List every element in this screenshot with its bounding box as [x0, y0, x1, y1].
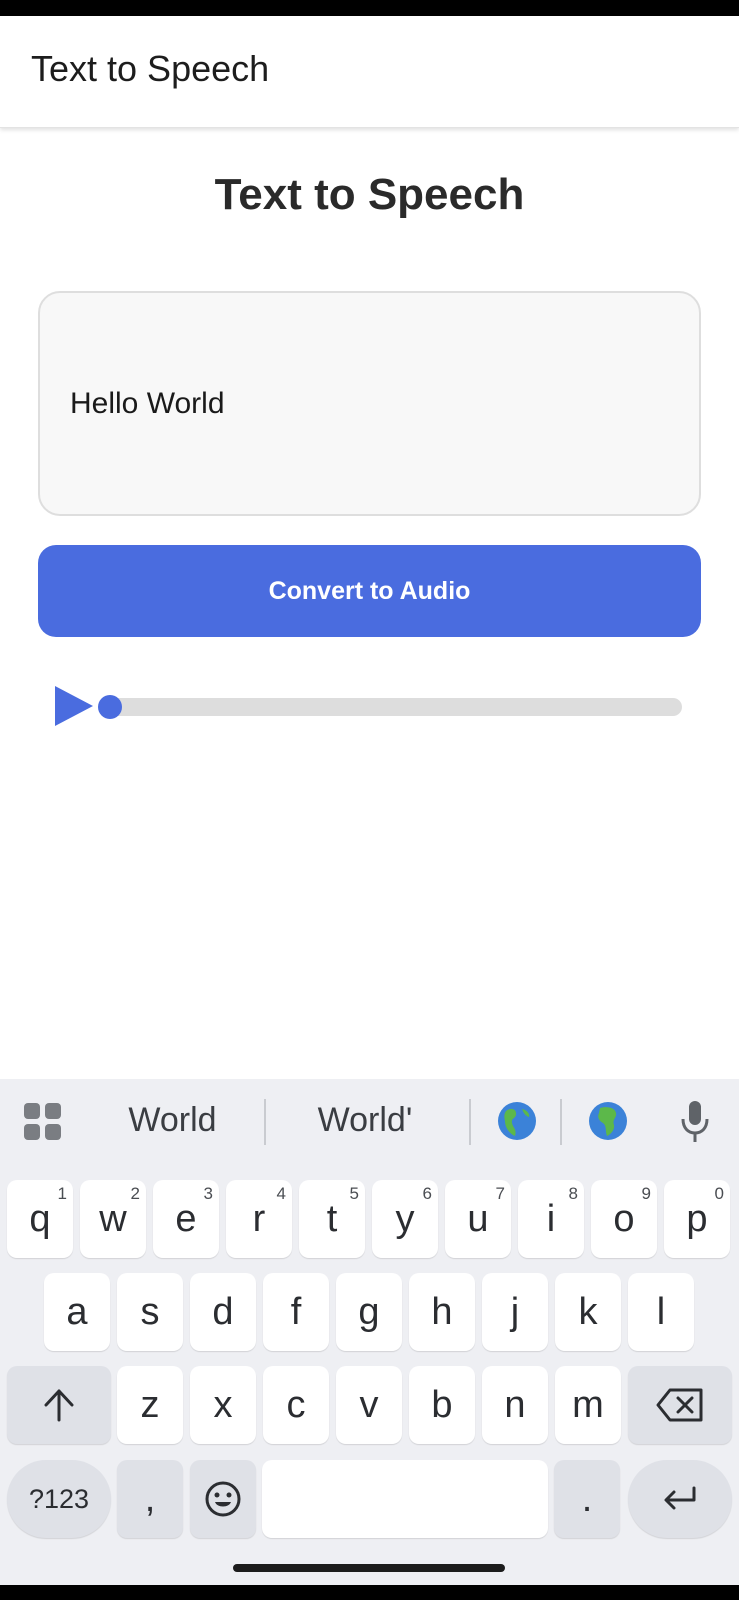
key-g[interactable]: g	[336, 1273, 402, 1351]
key-label: l	[656, 1290, 666, 1333]
app-bar: Text to Speech	[0, 16, 739, 128]
space-key[interactable]	[262, 1460, 548, 1538]
app-bar-title: Text to Speech	[31, 48, 270, 89]
globe-africa-icon[interactable]	[588, 1101, 628, 1141]
comma-key[interactable]: ,	[117, 1460, 183, 1538]
shift-arrow-icon	[44, 1389, 74, 1422]
key-v[interactable]: v	[336, 1366, 402, 1444]
key-label: p	[686, 1197, 708, 1240]
key-label: g	[358, 1290, 380, 1333]
key-label: c	[286, 1383, 306, 1426]
key-w[interactable]: w2	[80, 1180, 146, 1258]
backspace-key[interactable]	[628, 1366, 732, 1444]
suggestion-divider	[560, 1099, 562, 1145]
key-label: n	[504, 1383, 526, 1426]
key-f[interactable]: f	[263, 1273, 329, 1351]
key-label: x	[213, 1383, 233, 1426]
key-label: f	[290, 1290, 302, 1333]
globe-americas-icon[interactable]	[497, 1101, 537, 1141]
key-number-hint: 5	[349, 1184, 359, 1203]
page-title: Text to Speech	[214, 170, 525, 219]
key-number-hint: 6	[422, 1184, 432, 1203]
key-label: t	[326, 1197, 338, 1240]
key-q[interactable]: q1	[7, 1180, 73, 1258]
key-a[interactable]: a	[44, 1273, 110, 1351]
enter-icon	[664, 1486, 696, 1510]
key-number-hint: 4	[276, 1184, 286, 1203]
key-label: h	[431, 1290, 453, 1333]
key-label: e	[175, 1197, 197, 1240]
emoji-key[interactable]	[190, 1460, 256, 1538]
key-h[interactable]: h	[409, 1273, 475, 1351]
key-k[interactable]: k	[555, 1273, 621, 1351]
key-u[interactable]: u7	[445, 1180, 511, 1258]
key-l[interactable]: l	[628, 1273, 694, 1351]
backspace-icon	[656, 1388, 703, 1422]
key-number-hint: 8	[568, 1184, 578, 1203]
text-input[interactable]: Hello World	[38, 291, 701, 516]
key-number-hint: 2	[130, 1184, 140, 1203]
key-m[interactable]: m	[555, 1366, 621, 1444]
period-key[interactable]: .	[554, 1460, 620, 1538]
key-b[interactable]: b	[409, 1366, 475, 1444]
suggestion-divider	[264, 1099, 266, 1145]
audio-progress-bar[interactable]	[98, 695, 682, 719]
key-label: i	[546, 1197, 556, 1240]
key-label: q	[29, 1197, 51, 1240]
key-number-hint: 1	[57, 1184, 67, 1203]
suggestion-2[interactable]: World'	[285, 1101, 445, 1140]
audio-progress-thumb[interactable]	[98, 695, 122, 719]
key-label: u	[467, 1197, 489, 1240]
suggestion-strip: World World'	[0, 1079, 739, 1167]
microphone-icon[interactable]	[680, 1101, 710, 1143]
key-c[interactable]: c	[263, 1366, 329, 1444]
key-j[interactable]: j	[482, 1273, 548, 1351]
apps-grid-icon[interactable]	[24, 1103, 62, 1141]
key-e[interactable]: e3	[153, 1180, 219, 1258]
key-y[interactable]: y6	[372, 1180, 438, 1258]
key-label: a	[66, 1290, 88, 1333]
on-screen-keyboard: World World' ?123 , . q 1 w 2 e 3 r 4 t …	[0, 1079, 739, 1585]
key-label: k	[578, 1290, 598, 1333]
key-p[interactable]: p0	[664, 1180, 730, 1258]
key-label: m	[572, 1383, 604, 1426]
key-label: z	[140, 1383, 160, 1426]
convert-to-audio-button[interactable]: Convert to Audio	[38, 545, 701, 637]
key-x[interactable]: x	[190, 1366, 256, 1444]
key-label: y	[395, 1197, 415, 1240]
play-icon[interactable]	[55, 686, 93, 726]
key-d[interactable]: d	[190, 1273, 256, 1351]
key-label: j	[510, 1290, 520, 1333]
key-o[interactable]: o9	[591, 1180, 657, 1258]
shift-key[interactable]	[7, 1366, 111, 1444]
suggestion-1[interactable]: World	[100, 1101, 245, 1140]
key-number-hint: 9	[641, 1184, 651, 1203]
key-label: r	[252, 1197, 266, 1240]
key-number-hint: 3	[203, 1184, 213, 1203]
key-label: b	[431, 1383, 453, 1426]
key-number-hint: 0	[714, 1184, 724, 1203]
key-t[interactable]: t5	[299, 1180, 365, 1258]
key-label: v	[359, 1383, 379, 1426]
enter-key[interactable]	[628, 1460, 732, 1538]
key-number-hint: 7	[495, 1184, 505, 1203]
suggestion-divider	[469, 1099, 471, 1145]
status-bar	[0, 0, 739, 16]
key-s[interactable]: s	[117, 1273, 183, 1351]
emoji-icon	[205, 1481, 241, 1517]
home-indicator[interactable]	[233, 1564, 505, 1572]
key-r[interactable]: r4	[226, 1180, 292, 1258]
key-label: s	[140, 1290, 160, 1333]
symbols-key[interactable]: ?123	[7, 1460, 111, 1538]
key-z[interactable]: z	[117, 1366, 183, 1444]
key-label: d	[212, 1290, 234, 1333]
key-label: w	[99, 1197, 127, 1240]
key-n[interactable]: n	[482, 1366, 548, 1444]
key-label: o	[613, 1197, 635, 1240]
key-i[interactable]: i8	[518, 1180, 584, 1258]
navigation-bar	[0, 1585, 739, 1600]
